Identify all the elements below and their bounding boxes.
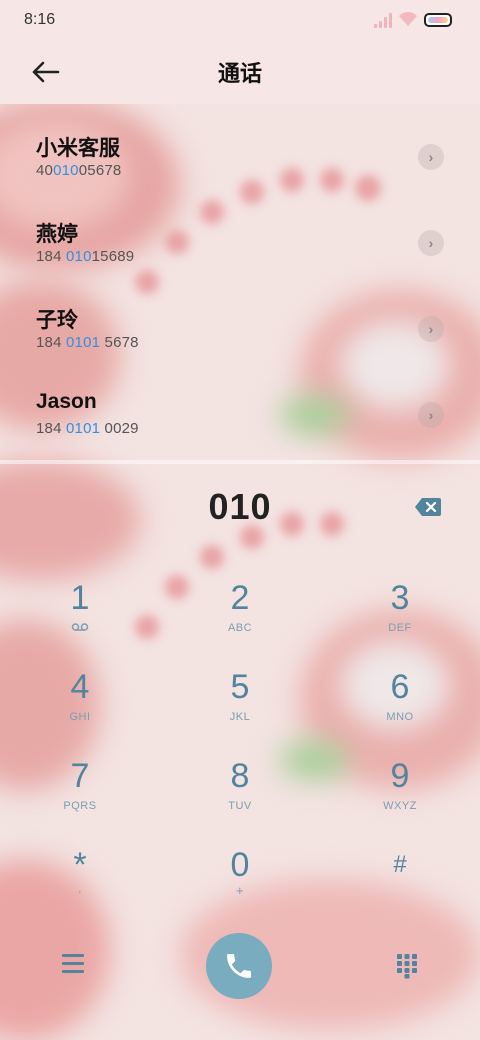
key-4[interactable]: 4 GHI xyxy=(20,667,140,747)
key-digit: 0 xyxy=(230,846,250,884)
key-digit: 4 xyxy=(70,668,90,706)
key-digit: # xyxy=(393,851,407,878)
contact-name: 小米客服 xyxy=(36,137,120,160)
key-digit: 8 xyxy=(230,757,250,795)
key-6[interactable]: 6 MNO xyxy=(340,667,460,747)
key-5[interactable]: 5 JKL xyxy=(180,667,300,747)
key-letters: MNO xyxy=(386,711,414,723)
backspace-icon[interactable] xyxy=(414,497,442,517)
contact-item[interactable]: 小米客服 4001005678 › xyxy=(0,104,480,190)
key-letters: ABC xyxy=(227,622,253,634)
key-letters: GHI xyxy=(69,711,91,723)
chevron-right-icon[interactable]: › xyxy=(418,316,444,342)
matched-digits: 0101 xyxy=(66,420,101,437)
contact-item[interactable]: 子玲 184 0101 5678 › xyxy=(0,276,480,362)
key-letters: DEF xyxy=(388,622,412,634)
key-digit: * xyxy=(73,846,87,884)
chevron-right-icon[interactable]: › xyxy=(418,144,444,170)
key-digit: 9 xyxy=(390,757,410,795)
key-letters: , xyxy=(78,883,82,895)
battery-icon xyxy=(424,13,452,27)
contact-name: Jason xyxy=(36,390,97,413)
dial-input[interactable]: 010 xyxy=(0,486,480,528)
key-0[interactable]: 0 + xyxy=(180,845,300,925)
app-header: 通话 xyxy=(0,40,480,104)
contact-number: 184 0101 5678 xyxy=(36,334,139,351)
key-2[interactable]: 2 ABC xyxy=(180,578,300,658)
signal-icon xyxy=(374,12,394,28)
contact-number: 4001005678 xyxy=(36,162,122,179)
chevron-right-icon[interactable]: › xyxy=(418,230,444,256)
key-digit: 6 xyxy=(390,668,410,706)
key-digit: 2 xyxy=(230,579,250,617)
key-star[interactable]: * , xyxy=(20,845,140,925)
key-letters: PQRS xyxy=(63,800,97,812)
section-divider xyxy=(0,460,480,464)
contact-results-list: 小米客服 4001005678 › 燕婷 184 01015689 › 子玲 1… xyxy=(0,104,480,460)
contact-number: 184 01015689 xyxy=(36,248,135,265)
dialpad-icon[interactable] xyxy=(396,953,418,979)
matched-digits: 0101 xyxy=(66,334,101,351)
matched-digits: 010 xyxy=(66,248,92,265)
contact-item[interactable]: Jason 184 0101 0029 › xyxy=(0,362,480,448)
status-time: 8:16 xyxy=(24,11,56,28)
key-digit: 1 xyxy=(70,579,90,617)
key-8[interactable]: 8 TUV xyxy=(180,756,300,836)
matched-digits: 010 xyxy=(53,162,79,179)
dial-keypad: 1 2 ABC 3 DEF 4 GHI 5 JKL 6 MNO 7 PQRS 8… xyxy=(0,570,480,930)
key-9[interactable]: 9 WXYZ xyxy=(340,756,460,836)
key-letters: TUV xyxy=(228,800,252,812)
key-digit: 5 xyxy=(230,668,250,706)
key-1[interactable]: 1 xyxy=(20,578,140,658)
contact-item[interactable]: 燕婷 184 01015689 › xyxy=(0,190,480,276)
contact-name: 子玲 xyxy=(36,309,78,332)
call-button[interactable] xyxy=(206,933,272,999)
contact-name: 燕婷 xyxy=(36,223,78,246)
status-bar: 8:16 xyxy=(0,0,480,40)
key-letters: + xyxy=(235,883,245,898)
key-digit: 3 xyxy=(390,579,410,617)
key-7[interactable]: 7 PQRS xyxy=(20,756,140,836)
page-title: 通话 xyxy=(217,61,262,86)
key-3[interactable]: 3 DEF xyxy=(340,578,460,658)
key-letters: JKL xyxy=(229,711,251,723)
key-letters: WXYZ xyxy=(383,800,417,812)
key-hash[interactable]: # xyxy=(340,845,460,925)
wifi-icon xyxy=(399,12,417,26)
menu-icon[interactable] xyxy=(62,954,84,976)
key-digit: 7 xyxy=(70,757,90,795)
phone-icon xyxy=(227,954,251,978)
voicemail-icon xyxy=(20,622,140,635)
chevron-right-icon[interactable]: › xyxy=(418,402,444,428)
contact-number: 184 0101 0029 xyxy=(36,420,139,437)
